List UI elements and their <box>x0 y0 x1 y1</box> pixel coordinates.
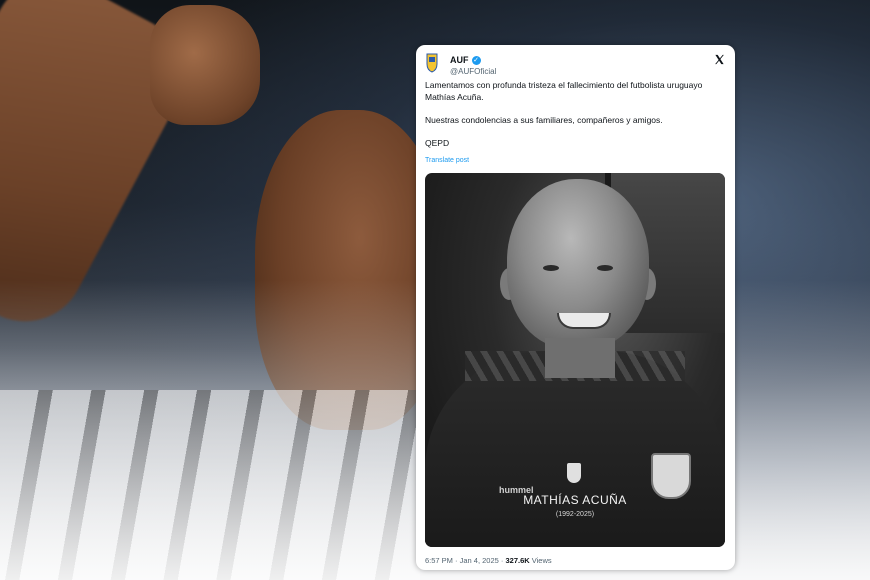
account-name[interactable]: AUF <box>450 55 469 65</box>
account-handle[interactable]: @AUFOficial <box>450 67 496 76</box>
tweet-card[interactable]: AUF ✓ @AUFOficial Lamentamos con profund… <box>416 45 735 570</box>
media-person-neck <box>545 338 615 378</box>
verified-badge-icon: ✓ <box>471 55 481 65</box>
memorial-name: MATHÍAS ACUÑA <box>523 493 627 507</box>
tweet-text-paragraph: QEPD <box>425 138 450 148</box>
translate-post-link[interactable]: Translate post <box>425 157 469 164</box>
x-logo-icon[interactable] <box>714 54 725 68</box>
memorial-years: (1992-2025) <box>555 511 595 518</box>
views-count: 327.6K <box>505 556 530 565</box>
tweet-media-image[interactable]: hummel MATHÍAS ACUÑA (1992-2025) <box>425 173 725 547</box>
tweet-text: Lamentamos con profunda tristeza el fall… <box>425 79 725 149</box>
tweet-metadata: 6:57 PM · Jan 4, 2025 · 327.6K Views <box>425 556 552 565</box>
tweet-text-paragraph: Nuestras condolencias a sus familiares, … <box>425 115 663 125</box>
views-label: Views <box>531 556 552 565</box>
account-name-row: AUF ✓ <box>450 55 481 65</box>
tweet-header: AUF ✓ @AUFOficial <box>424 51 727 81</box>
media-person-smile <box>557 313 611 329</box>
background-fist <box>150 5 260 125</box>
media-person-eye <box>597 265 613 271</box>
tweet-text-paragraph: Lamentamos con profunda tristeza el fall… <box>425 80 703 102</box>
tweet-timestamp[interactable]: 6:57 PM · Jan 4, 2025 · <box>425 556 503 565</box>
auf-crest-icon[interactable] <box>424 53 440 73</box>
media-auf-crest-icon <box>567 463 581 483</box>
media-person-eye <box>543 265 559 271</box>
